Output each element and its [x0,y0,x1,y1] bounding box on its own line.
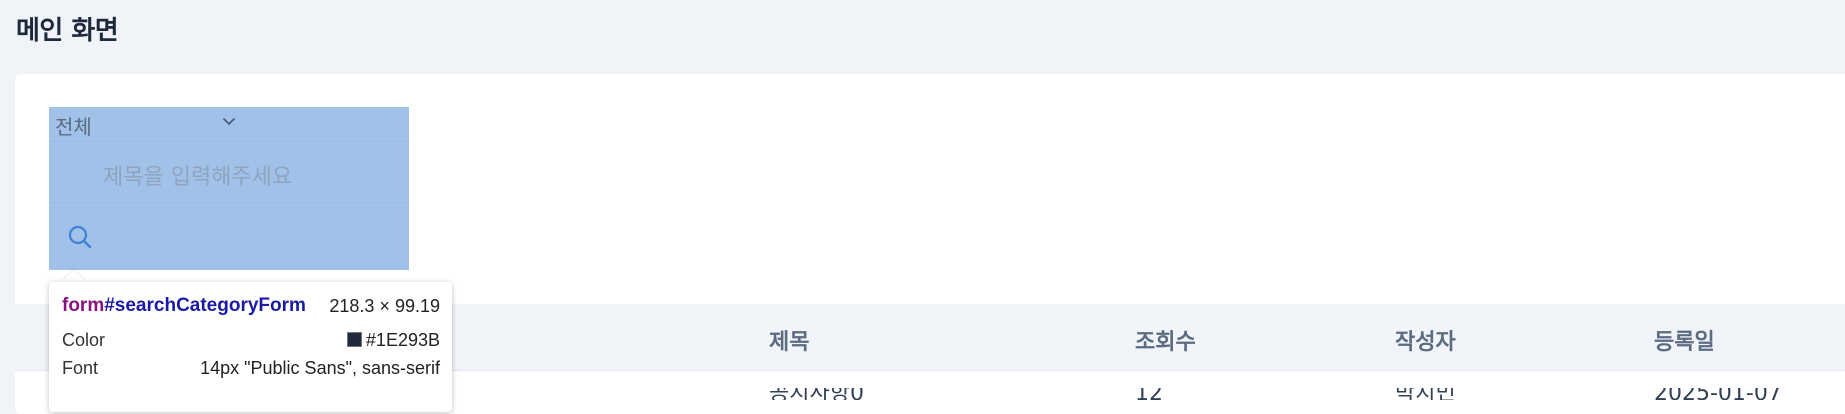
column-header-author[interactable]: 작성자 [1395,324,1456,356]
cell-date: 2025-01-07 [1654,388,1782,400]
title-search-placeholder: 제목을 입력해주세요 [103,165,293,190]
category-select[interactable]: 전체 [49,107,409,142]
table-row-cell: 박지민 [1395,388,1456,400]
tooltip-font-label: Font [62,358,99,378]
tooltip-font-value: 14px "Public Sans", sans-serif [200,358,440,378]
cell-views: 12 [1135,388,1163,400]
title-search-input[interactable]: 제목을 입력해주세요 [49,142,409,203]
tooltip-color-value: #1E293B [346,330,440,351]
tooltip-color-text: #1E293B [365,330,440,350]
page-title: 메인 화면 [16,16,119,46]
cell-title: 공지사항0 [769,388,864,400]
tooltip-selector: form#searchCategoryForm [62,295,306,317]
table-row[interactable]: 공지사항0 [769,388,864,400]
tooltip-id: #searchCategoryForm [104,295,306,316]
column-header-views[interactable]: 조회수 [1135,324,1196,356]
chevron-down-icon [223,118,235,125]
tooltip-tag: form [62,295,105,316]
search-category-form: 전체 제목을 입력해주세요 [49,107,409,270]
category-select-value: 전체 [55,115,92,139]
devtools-inspect-tooltip: form#searchCategoryForm 218.3 × 99.19 Co… [49,282,452,412]
cell-author: 박지민 [1395,388,1456,400]
search-icon[interactable] [67,224,93,250]
table-row-cell: 12 [1135,388,1163,400]
column-header-title[interactable]: 제목 [769,324,809,356]
column-header-date[interactable]: 등록일 [1654,324,1715,356]
tooltip-color-label: Color [62,330,106,350]
tooltip-dimensions: 218.3 × 99.19 [329,296,440,316]
color-swatch-icon [346,332,362,347]
table-row-cell: 2025-01-07 [1654,388,1782,400]
